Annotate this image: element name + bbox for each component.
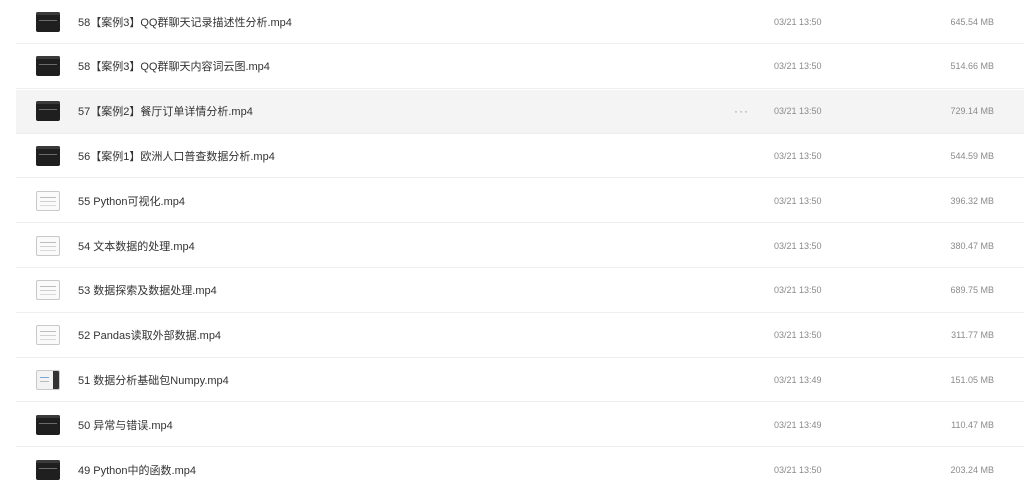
file-modified-date: 03/21 13:49: [774, 374, 822, 385]
file-modified-date: 03/21 13:50: [774, 195, 822, 206]
file-modified-date: 03/21 13:50: [774, 61, 822, 72]
file-name[interactable]: 52 Pandas读取外部数据.mp4: [78, 327, 221, 343]
file-size: 544.59 MB: [950, 150, 994, 161]
file-modified-date: 03/21 13:50: [774, 16, 822, 27]
file-name[interactable]: 57【案例2】餐厅订单详情分析.mp4: [78, 103, 253, 119]
file-row[interactable]: 54 文本数据的处理.mp4 03/21 13:50 380.47 MB: [16, 224, 1024, 268]
file-modified-date: 03/21 13:49: [774, 419, 822, 430]
file-name[interactable]: 53 数据探索及数据处理.mp4: [78, 282, 217, 298]
file-size: 311.77 MB: [951, 330, 994, 341]
file-size: 203.24 MB: [950, 464, 994, 475]
file-size: 380.47 MB: [950, 240, 994, 251]
file-modified-date: 03/21 13:50: [774, 106, 822, 117]
file-row[interactable]: 52 Pandas读取外部数据.mp4 03/21 13:50 311.77 MB: [16, 314, 1024, 358]
file-row[interactable]: 55 Python可视化.mp4 03/21 13:50 396.32 MB: [16, 179, 1024, 224]
file-row[interactable]: 50 异常与错误.mp4 03/21 13:49 110.47 MB: [16, 403, 1024, 448]
file-name[interactable]: 54 文本数据的处理.mp4: [78, 238, 195, 254]
video-thumbnail-icon: [36, 11, 60, 32]
video-thumbnail-icon: [36, 459, 60, 480]
file-name[interactable]: 51 数据分析基础包Numpy.mp4: [78, 372, 229, 388]
file-row[interactable]: 58【案例3】QQ群聊天内容词云图.mp4 03/21 13:50 514.66 M…: [16, 45, 1024, 89]
file-modified-date: 03/21 13:50: [774, 150, 822, 161]
file-name[interactable]: 49 Python中的函数.mp4: [78, 462, 196, 478]
video-thumbnail-icon: [36, 145, 60, 166]
video-thumbnail-icon: [36, 101, 60, 122]
file-row[interactable]: 53 数据探索及数据处理.mp4 03/21 13:50 689.75 MB: [16, 269, 1024, 313]
file-list: 58【案例3】QQ群聊天记录描述性分析.mp4 03/21 13:50 645.54…: [0, 0, 1024, 488]
file-name[interactable]: 58【案例3】QQ群聊天内容词云图.mp4: [78, 58, 270, 74]
file-modified-date: 03/21 13:50: [774, 464, 822, 475]
file-name[interactable]: 50 异常与错误.mp4: [78, 417, 173, 433]
video-thumbnail-icon: [36, 280, 60, 301]
file-row[interactable]: 51 数据分析基础包Numpy.mp4 03/21 13:49 151.05 MB: [16, 358, 1024, 403]
file-size: 151.05 MB: [950, 374, 994, 385]
file-modified-date: 03/21 13:50: [774, 285, 822, 296]
file-name[interactable]: 55 Python可视化.mp4: [78, 193, 185, 209]
file-size: 110.47 MB: [951, 419, 994, 430]
video-thumbnail-icon: [36, 369, 60, 390]
video-thumbnail-icon: [36, 325, 60, 346]
file-modified-date: 03/21 13:50: [774, 240, 822, 251]
video-thumbnail-icon: [36, 235, 60, 256]
file-size: 729.14 MB: [950, 106, 994, 117]
file-modified-date: 03/21 13:50: [774, 330, 822, 341]
file-size: 396.32 MB: [950, 195, 994, 206]
file-size: 645.54 MB: [950, 16, 994, 27]
file-size: 689.75 MB: [950, 285, 994, 296]
video-thumbnail-icon: [36, 56, 60, 77]
more-options-icon[interactable]: ···: [734, 104, 749, 118]
file-size: 514.66 MB: [950, 61, 994, 72]
video-thumbnail-icon: [36, 190, 60, 211]
file-row[interactable]: 56【案例1】欧洲人口普查数据分析.mp4 03/21 13:50 544.59 M…: [16, 134, 1024, 179]
file-row[interactable]: 49 Python中的函数.mp4 03/21 13:50 203.24 MB: [16, 448, 1024, 488]
file-row[interactable]: 57【案例2】餐厅订单详情分析.mp4 ··· 03/21 13:50 729.14 …: [16, 89, 1024, 134]
video-thumbnail-icon: [36, 414, 60, 435]
file-row[interactable]: 58【案例3】QQ群聊天记录描述性分析.mp4 03/21 13:50 645.54…: [16, 0, 1024, 44]
file-name[interactable]: 56【案例1】欧洲人口普查数据分析.mp4: [78, 148, 275, 164]
file-name[interactable]: 58【案例3】QQ群聊天记录描述性分析.mp4: [78, 14, 292, 30]
